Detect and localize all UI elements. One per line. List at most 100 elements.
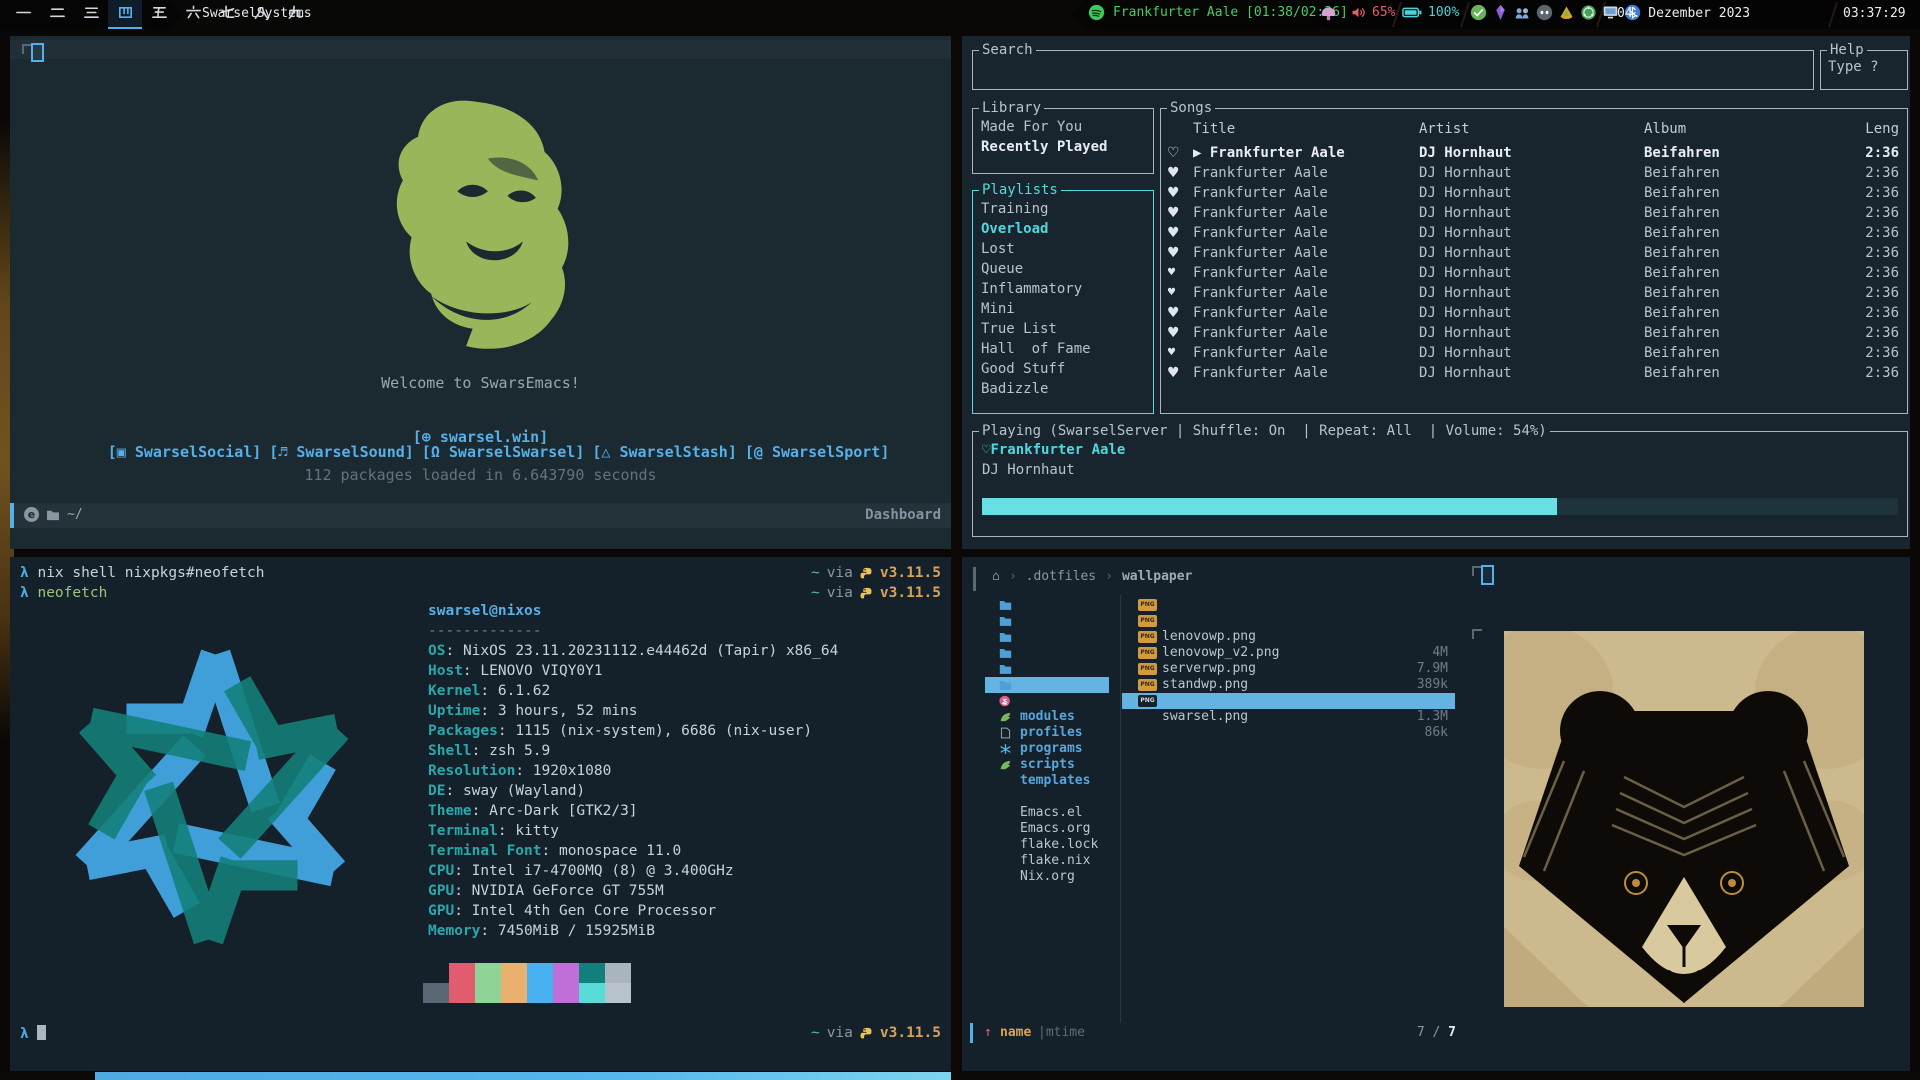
heart-icon[interactable]: ♥ xyxy=(1167,343,1176,363)
file-row[interactable]: wallpaper xyxy=(985,677,1109,693)
mushroom-icon[interactable] xyxy=(1320,5,1337,22)
column-artist[interactable]: Artist xyxy=(1419,121,1470,137)
file-row[interactable]: Emacs.org xyxy=(985,709,1109,725)
song-row[interactable]: ♥ ▶ Frankfurter Aale DJ Hornhaut Beifahr… xyxy=(1161,343,1907,363)
file-row[interactable]: flake.lock xyxy=(985,725,1109,741)
song-row[interactable]: ♥ ▶ Frankfurter Aale DJ Hornhaut Beifahr… xyxy=(1161,223,1907,243)
search-box[interactable]: Search xyxy=(972,50,1814,90)
workspace-button[interactable] xyxy=(142,0,176,29)
playlist-item[interactable]: Lost xyxy=(981,239,1149,259)
song-title: Frankfurter Aale xyxy=(1210,145,1345,161)
breadcrumb-part[interactable]: wallpaper xyxy=(1122,569,1192,584)
library-label: Library xyxy=(979,100,1044,116)
battery-module[interactable]: 100% xyxy=(1402,4,1459,21)
file-row[interactable]: profiles xyxy=(985,613,1109,629)
song-row[interactable]: ♥ ▶ Frankfurter Aale DJ Hornhaut Beifahr… xyxy=(1161,243,1907,263)
heart-icon[interactable]: ♥ xyxy=(1167,223,1180,243)
column-length[interactable]: Leng xyxy=(1865,121,1899,137)
heart-icon[interactable]: ♥ xyxy=(1167,183,1180,203)
song-title: Frankfurter Aale xyxy=(1193,305,1328,321)
library-item[interactable]: Recently Played xyxy=(981,137,1149,157)
heart-icon[interactable]: ♥ xyxy=(1167,203,1180,223)
file-row[interactable]: PNG user.png 6.9M xyxy=(1122,693,1455,709)
heart-icon[interactable]: ♥ xyxy=(1167,263,1176,283)
volume-module[interactable]: 65% xyxy=(1350,4,1395,21)
song-album: Beifahren xyxy=(1644,263,1720,283)
song-row[interactable]: ♥ ▶ Frankfurter Aale DJ Hornhaut Beifahr… xyxy=(1161,323,1907,343)
file-row[interactable]: PNG lenovowp_v2.png 7.9M xyxy=(1122,613,1455,629)
heart-icon[interactable]: ♥ xyxy=(1167,243,1180,263)
sort-alt[interactable]: |mtime xyxy=(1038,1023,1085,1043)
songs-box: Songs Title Artist Album Leng ♡ ▶ Frankf… xyxy=(1160,108,1908,414)
palette-swatch xyxy=(501,963,527,983)
playlist-item[interactable]: Queue xyxy=(981,259,1149,279)
file-row[interactable]: Nix.org xyxy=(985,757,1109,773)
file-row[interactable]: programs xyxy=(985,629,1109,645)
playlist-item[interactable]: Mini xyxy=(981,299,1149,319)
chevron-right-icon: › xyxy=(1105,569,1113,584)
palette-swatch xyxy=(527,983,553,1003)
sync-icon[interactable] xyxy=(1580,4,1597,21)
palette-swatch xyxy=(579,983,605,1003)
playlist-item[interactable]: Good Stuff xyxy=(981,359,1149,379)
crystal-icon[interactable] xyxy=(1492,4,1509,21)
lock-file-icon xyxy=(999,727,1012,739)
playlist-item[interactable]: Training xyxy=(981,199,1149,219)
file-row[interactable]: flake.nix xyxy=(985,741,1109,757)
heart-icon[interactable]: ♥ xyxy=(1167,283,1176,303)
shell-prompt[interactable]: λ xyxy=(20,1025,46,1042)
progress-track[interactable] xyxy=(982,498,1898,515)
home-icon[interactable]: ⌂ xyxy=(992,569,1000,584)
heart-icon[interactable]: ♡ xyxy=(1167,143,1180,163)
file-row[interactable]: modules xyxy=(985,597,1109,613)
song-row[interactable]: ♥ ▶ Frankfurter Aale DJ Hornhaut Beifahr… xyxy=(1161,303,1907,323)
song-album: Beifahren xyxy=(1644,303,1720,323)
file-row[interactable]: PNG standwp.png 2.9M xyxy=(1122,645,1455,661)
heart-icon[interactable]: ♥ xyxy=(1167,163,1180,183)
cursor-box xyxy=(31,43,44,62)
discord-icon[interactable] xyxy=(1536,4,1553,21)
playlist-item[interactable]: True List xyxy=(981,319,1149,339)
check-icon[interactable] xyxy=(1470,4,1487,21)
heart-icon[interactable]: ♥ xyxy=(1167,303,1180,323)
file-row[interactable]: PNG surfacewp.png 1.3M xyxy=(1122,661,1455,677)
song-length: 2:36 xyxy=(1865,163,1899,183)
song-row[interactable]: ♥ ▶ Frankfurter Aale DJ Hornhaut Beifahr… xyxy=(1161,363,1907,383)
file-row[interactable]: PNG lenovowp.png 4M xyxy=(1122,597,1455,613)
playlist-item[interactable]: Inflammatory xyxy=(981,279,1149,299)
song-row[interactable]: ♥ ▶ Frankfurter Aale DJ Hornhaut Beifahr… xyxy=(1161,203,1907,223)
swarsel-win-link[interactable]: [⊕ swarsel.win] xyxy=(10,428,951,446)
volume-value: 65% xyxy=(1372,5,1395,20)
song-row[interactable]: ♡ ▶ Frankfurter Aale DJ Hornhaut Beifahr… xyxy=(1161,143,1907,163)
palette-swatch xyxy=(475,983,501,1003)
file-row[interactable]: PNG swarsel.png 86k xyxy=(1122,677,1455,693)
heart-icon[interactable]: ♥ xyxy=(1167,363,1180,383)
file-row[interactable]: templates xyxy=(985,661,1109,677)
workspace-button[interactable] xyxy=(74,0,108,29)
file-row[interactable]: scripts xyxy=(985,645,1109,661)
song-row[interactable]: ♥ ▶ Frankfurter Aale DJ Hornhaut Beifahr… xyxy=(1161,183,1907,203)
playlist-item[interactable]: Badizzle xyxy=(981,379,1149,399)
column-title[interactable]: Title xyxy=(1193,121,1235,137)
playlist-item[interactable]: Hall of Fame xyxy=(981,339,1149,359)
turtle-icon[interactable] xyxy=(1558,4,1575,21)
song-row[interactable]: ♥ ▶ Frankfurter Aale DJ Hornhaut Beifahr… xyxy=(1161,263,1907,283)
song-row[interactable]: ♥ ▶ Frankfurter Aale DJ Hornhaut Beifahr… xyxy=(1161,283,1907,303)
heart-icon[interactable]: ♥ xyxy=(1167,323,1180,343)
palette-swatch xyxy=(449,983,475,1003)
sort-key[interactable]: name xyxy=(1000,1023,1031,1043)
song-row[interactable]: ♥ ▶ Frankfurter Aale DJ Hornhaut Beifahr… xyxy=(1161,163,1907,183)
workspace-button[interactable] xyxy=(40,0,74,29)
workspace-button[interactable] xyxy=(6,0,40,29)
column-album[interactable]: Album xyxy=(1644,121,1686,137)
file-row[interactable]: PNG serverwp.png 389k xyxy=(1122,629,1455,645)
now-playing-module[interactable]: Frankfurter Aale [01:38/02:36] xyxy=(1088,4,1348,21)
users-icon[interactable] xyxy=(1514,4,1531,21)
library-item[interactable]: Made For You xyxy=(981,117,1149,137)
library-box: Library Made For YouRecently Played xyxy=(972,108,1154,174)
breadcrumb-part[interactable]: .dotfiles xyxy=(1026,569,1096,584)
workspace-button[interactable] xyxy=(108,0,142,29)
folder-icon xyxy=(999,663,1012,675)
file-row[interactable]: Emacs.el xyxy=(985,693,1109,709)
playlist-item[interactable]: Overload xyxy=(981,219,1149,239)
